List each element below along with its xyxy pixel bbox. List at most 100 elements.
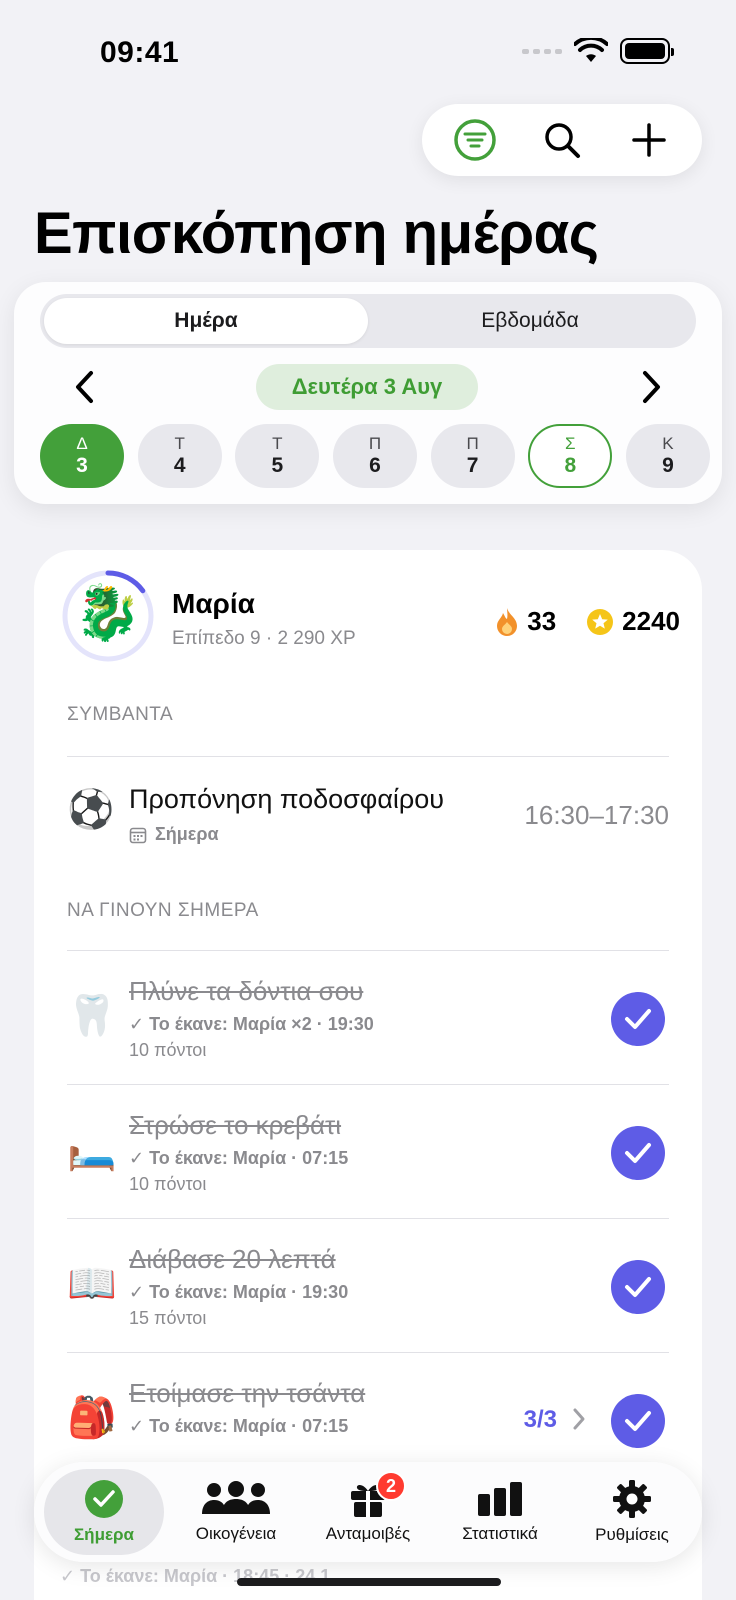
day-chip[interactable]: Κ9 [625, 424, 710, 488]
avatar: 🐉 [60, 568, 156, 664]
task-title: Στρώσε το κρεβάτι [129, 1110, 342, 1140]
tab-label: Ρυθμίσεις [595, 1525, 669, 1544]
tab-today[interactable]: Σήμερα [44, 1469, 164, 1555]
segment-day[interactable]: Ημέρα [44, 298, 368, 344]
streak-count: 33 [527, 606, 557, 636]
view-segmented-control: Ημέρα Εβδομάδα [40, 294, 696, 348]
segment-week[interactable]: Εβδομάδα [368, 298, 692, 344]
calendar-icon [129, 827, 147, 843]
current-date-pill[interactable]: Δευτέρα 3 Αυγ [256, 364, 478, 410]
day-number: 4 [173, 453, 186, 477]
member-name: Μαρία [172, 588, 255, 619]
home-indicator[interactable] [237, 1578, 501, 1586]
next-day-button[interactable] [626, 362, 676, 412]
task-title: Διάβασε 20 λεπτά [129, 1244, 336, 1274]
filter-icon [454, 119, 497, 161]
day-number: 6 [369, 453, 381, 477]
star-coin-icon [587, 608, 614, 635]
task-completed-by: ✓ Το έκανε: Μαρία · 07:15 [129, 1148, 349, 1168]
task-points: 10 πόντοι [129, 1174, 207, 1194]
event-date: Σήμερα [129, 824, 219, 845]
backpack-icon: 🎒 [67, 1396, 117, 1440]
day-chip[interactable]: Τ5 [235, 424, 320, 488]
book-icon: 📖 [67, 1262, 117, 1306]
tab-stats[interactable]: Στατιστικά [440, 1469, 560, 1555]
divider [67, 1084, 669, 1085]
cellular-signal-icon [522, 48, 562, 54]
task-complete-toggle[interactable] [611, 1126, 665, 1180]
status-icons [522, 38, 674, 64]
day-letter: Τ [174, 434, 185, 454]
task-complete-toggle[interactable] [611, 1394, 665, 1448]
task-complete-toggle[interactable] [611, 1260, 665, 1314]
tab-settings[interactable]: Ρυθμίσεις [572, 1469, 692, 1555]
status-time: 09:41 [100, 36, 180, 69]
week-days: Δ3 Τ4 Τ5 Π6 Π7 Σ8 Κ9 [40, 424, 710, 488]
day-chip[interactable]: Δ3 [40, 424, 124, 488]
tab-bar: Σήμερα Οικογένεια 2 Ανταμοιβές Στατιστικ… [34, 1462, 702, 1562]
tooth-icon: 🦷 [67, 994, 117, 1038]
events-section-label: ΣΥΜΒΑΝΤΑ [67, 704, 174, 725]
coins-stat: 2240 [586, 606, 680, 637]
divider [67, 756, 669, 757]
search-icon [545, 123, 580, 158]
member-level: Επίπεδο 9 · 2 290 XP [172, 628, 356, 649]
task-completed-by: ✓ Το έκανε: Μαρία ×2 · 19:30 [129, 1014, 374, 1034]
day-letter: Τ [272, 434, 283, 454]
add-button[interactable] [621, 112, 677, 168]
tab-family[interactable]: Οικογένεια [176, 1469, 296, 1555]
day-letter: Σ [565, 434, 576, 454]
task-row[interactable]: 🦷 Πλύνε τα δόντια σου ✓ Το έκανε: Μαρία … [67, 952, 669, 1084]
soccer-ball-icon: ⚽ [67, 789, 115, 831]
task-title: Ετοίμασε την τσάντα [129, 1378, 366, 1408]
gear-icon [613, 1480, 651, 1518]
chevron-right-icon[interactable] [571, 1406, 587, 1432]
chevron-left-icon [76, 371, 93, 403]
task-completed-by: ✓ Το έκανε: Μαρία · 19:30 [129, 1282, 349, 1302]
event-date-label: Σήμερα [155, 824, 219, 844]
date-navigation: Δευτέρα 3 Αυγ [14, 362, 722, 412]
task-row[interactable]: 🛏️ Στρώσε το κρεβάτι ✓ Το έκανε: Μαρία ·… [67, 1086, 669, 1218]
tab-label: Στατιστικά [462, 1524, 538, 1543]
battery-icon [620, 38, 674, 64]
page-title: Επισκόπηση ημέρας [34, 201, 599, 266]
subtask-progress[interactable]: 3/3 [524, 1406, 557, 1434]
day-number: 3 [76, 453, 88, 477]
tab-label: Ανταμοιβές [325, 1524, 411, 1543]
bed-icon: 🛏️ [67, 1128, 117, 1172]
day-chip[interactable]: Τ4 [137, 424, 222, 488]
divider [67, 950, 669, 951]
member-profile[interactable]: 🐉 Μαρία Επίπεδο 9 · 2 290 XP 33 2240 [60, 568, 680, 668]
task-points: 10 πόντοι [129, 1040, 207, 1060]
task-complete-toggle[interactable] [611, 992, 665, 1046]
task-points: 15 πόντοι [129, 1308, 207, 1328]
day-chip[interactable]: Π6 [332, 424, 417, 488]
event-row[interactable]: ⚽ Προπόνηση ποδοσφαίρου Σήμερα 16:30–17:… [67, 778, 669, 858]
search-button[interactable] [534, 112, 590, 168]
day-overview-card: 🐉 Μαρία Επίπεδο 9 · 2 290 XP 33 2240 ΣΥΜ… [34, 550, 702, 1600]
day-number: 8 [564, 453, 577, 477]
tasks-section-label: ΝΑ ΓΙΝΟΥΝ ΣΗΜΕΡΑ [67, 900, 259, 921]
day-number: 5 [271, 453, 284, 477]
previous-day-button[interactable] [60, 362, 110, 412]
member-stats: 33 2240 [495, 606, 680, 637]
day-letter: Π [368, 434, 382, 454]
calendar-card: Ημέρα Εβδομάδα Δευτέρα 3 Αυγ Δ3 Τ4 Τ5 Π6… [14, 282, 722, 504]
tab-label: Σήμερα [73, 1525, 135, 1544]
day-chip[interactable]: Π7 [430, 424, 515, 488]
streak-stat: 33 [495, 606, 556, 637]
day-number: 9 [662, 453, 674, 477]
coins-count: 2240 [622, 606, 680, 636]
day-letter: Κ [662, 434, 674, 454]
event-title: Προπόνηση ποδοσφαίρου [129, 784, 445, 814]
tab-rewards[interactable]: 2 Ανταμοιβές [308, 1469, 428, 1555]
status-bar: 09:41 [0, 0, 736, 100]
checkmark-circle-icon [85, 1480, 123, 1518]
filter-button[interactable] [447, 112, 503, 168]
tab-label: Οικογένεια [195, 1524, 277, 1543]
day-chip[interactable]: Σ8 [528, 424, 613, 488]
top-actions [422, 104, 702, 176]
task-row[interactable]: 📖 Διάβασε 20 λεπτά ✓ Το έκανε: Μαρία · 1… [67, 1220, 669, 1352]
divider [67, 1352, 669, 1353]
bar-chart-icon [478, 1482, 522, 1516]
